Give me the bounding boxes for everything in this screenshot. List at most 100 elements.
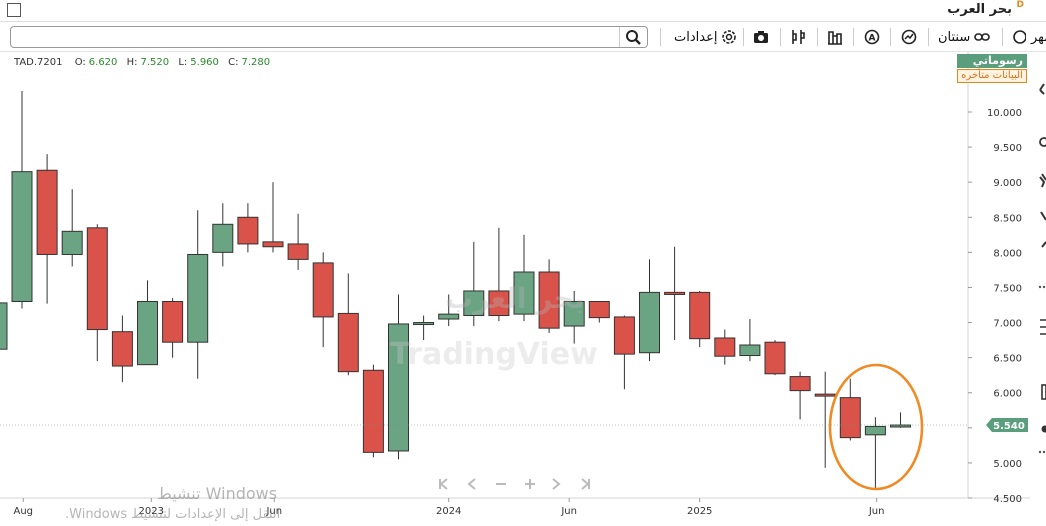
symbol-search-input[interactable]	[10, 26, 648, 48]
gear-icon	[720, 28, 738, 46]
y-tick-label: 10.000	[987, 108, 1022, 119]
range-two-years-label: سنتان	[938, 30, 970, 45]
legend-close-label: C:	[228, 57, 238, 68]
candle-body	[690, 292, 710, 338]
x-tick-label: Aug	[13, 506, 33, 517]
brand-watermark: TradingView	[390, 337, 598, 372]
legend-high-label: H:	[127, 57, 138, 68]
y-tick-label: 6.000	[993, 389, 1022, 400]
x-tick-label: Jun	[560, 506, 577, 517]
toolbar-divider	[1002, 28, 1003, 46]
title-bar: D بحر العرب	[0, 0, 1046, 22]
drawing-toolbar	[1030, 52, 1046, 522]
delayed-indicator-badge: D	[1017, 0, 1024, 10]
candle-body	[62, 231, 82, 254]
scroll-start-icon[interactable]	[440, 479, 447, 489]
candle-body	[589, 301, 609, 317]
interval-month-button[interactable]: شهر	[1010, 27, 1046, 47]
toolbar-divider	[928, 28, 929, 46]
lock-tool-icon[interactable]	[1042, 426, 1046, 433]
compare-button[interactable]	[789, 27, 807, 47]
candle-body	[112, 332, 132, 366]
candle-body	[0, 303, 7, 349]
my-drawings-label: رسوماتي	[973, 54, 1023, 67]
candle-body	[188, 254, 208, 342]
scroll-left-icon[interactable]	[469, 479, 475, 489]
toolbar-divider	[780, 28, 781, 46]
svg-text:A: A	[869, 34, 876, 44]
windows-activation-title: تنشيط Windows	[157, 484, 277, 503]
candle-body	[790, 377, 810, 391]
link-icon	[973, 28, 991, 46]
candle-body	[87, 228, 107, 330]
candle-body	[263, 242, 283, 247]
candle-body	[840, 398, 860, 438]
y-tick-label: 5.000	[993, 459, 1022, 470]
y-tick-label: 6.500	[993, 354, 1022, 365]
x-tick-label: 2024	[436, 506, 461, 517]
chart-area[interactable]: 10.0009.5009.0008.5008.0007.5007.0006.50…	[0, 52, 1046, 522]
candle-body	[640, 292, 660, 352]
ohlc-legend: TAD.7201 O:6.620 H:7.520 L:5.960 C:7.280	[14, 57, 273, 68]
my-drawings-badge[interactable]: رسوماتي	[957, 54, 1027, 68]
legend-close-value: 7.280	[241, 57, 270, 68]
x-tick-label: 2025	[687, 506, 712, 517]
search-button[interactable]	[619, 27, 647, 47]
candle-body	[414, 323, 434, 325]
alert-button[interactable]: A	[863, 27, 881, 47]
zoom-tool-icon[interactable]	[1040, 320, 1046, 334]
measure-tool-icon[interactable]	[1042, 242, 1046, 247]
candle-body	[37, 170, 57, 254]
windows-activation-hint: انتقل إلى الإعدادات لتنشيط Windows.	[65, 507, 280, 522]
indicators-icon	[789, 28, 807, 46]
dots-menu-icon[interactable]	[1039, 286, 1045, 288]
toolbar-divider	[817, 28, 818, 46]
symbol-watermark: بحر العرب	[445, 282, 584, 315]
candle-body	[740, 345, 760, 356]
delayed-data-badge: البيانات متأخره	[957, 69, 1027, 83]
pattern-tool-icon[interactable]	[1040, 177, 1044, 187]
clock-icon	[1010, 28, 1028, 46]
snapshot-button[interactable]	[752, 27, 770, 47]
candle-body	[238, 217, 258, 244]
y-tick-label: 9.000	[993, 178, 1022, 189]
candle-body	[715, 338, 735, 356]
toolbar-divider	[853, 28, 854, 46]
chart-type-button[interactable]	[826, 27, 844, 47]
candle-body	[213, 224, 233, 252]
x-tick-label: Jun	[868, 506, 885, 517]
chart-symbol-title: بحر العرب	[947, 2, 1012, 17]
y-tick-label: 8.500	[993, 213, 1022, 224]
indicators-button[interactable]	[900, 27, 918, 47]
candle-body	[288, 244, 308, 259]
dots-menu-icon-2[interactable]	[1039, 451, 1045, 453]
y-tick-label: 7.000	[993, 319, 1022, 330]
settings-button[interactable]: إعدادات	[674, 27, 738, 47]
legend-open-label: O:	[75, 57, 86, 68]
candle-body	[12, 172, 32, 302]
y-tick-label: 8.000	[993, 248, 1022, 259]
scroll-right-icon[interactable]	[553, 479, 559, 489]
legend-high-value: 7.520	[141, 57, 170, 68]
y-tick-label: 9.500	[993, 143, 1022, 154]
crosshair-tool-icon[interactable]	[1040, 84, 1044, 94]
y-tick-label: 4.500	[993, 494, 1022, 505]
trendline-tool-icon[interactable]	[1040, 138, 1046, 146]
toolbar-divider	[660, 28, 661, 46]
toolbar-divider	[890, 28, 891, 46]
alert-circle-icon: A	[863, 28, 881, 46]
range-two-years-button[interactable]: سنتان	[938, 27, 991, 47]
candle-body	[815, 394, 835, 396]
zoom-in-icon[interactable]	[525, 479, 535, 489]
window-checkbox[interactable]	[7, 3, 21, 17]
candle-body	[313, 263, 333, 317]
text-tool-icon[interactable]	[1041, 212, 1046, 220]
legend-open-value: 6.620	[89, 57, 118, 68]
candle-body	[865, 426, 885, 434]
magnet-tool-icon[interactable]	[1042, 385, 1046, 399]
current-price-label: 5.540	[993, 421, 1025, 432]
camera-icon	[752, 28, 770, 46]
chart-toolbar: إعدادات A سنتان شهر	[0, 22, 1046, 52]
candle-body	[163, 301, 183, 342]
scroll-end-icon[interactable]	[582, 479, 589, 489]
